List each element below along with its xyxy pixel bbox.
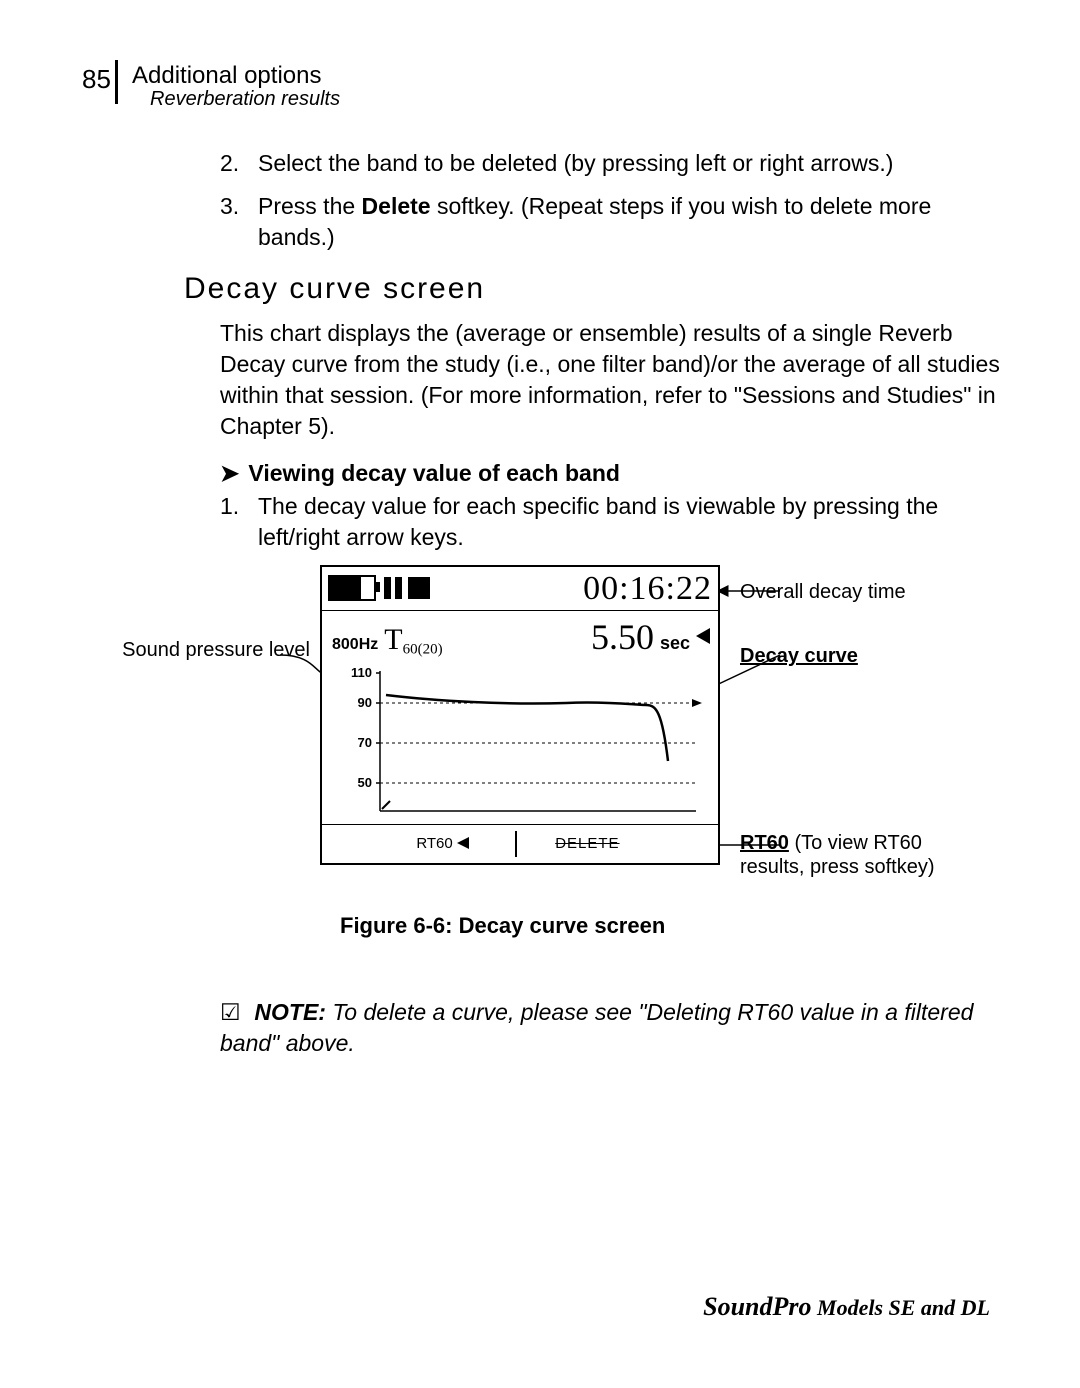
stop-icon <box>408 577 430 599</box>
step-3-text: Press the Delete softkey. (Repeat steps … <box>258 191 1000 253</box>
figure-6-6: Sound pressure level Overall decay time … <box>220 565 1000 905</box>
figure-caption: Figure 6-6: Decay curve screen <box>340 911 1000 941</box>
lcd-band-label: 800Hz <box>332 634 378 656</box>
note-text: To delete a curve, please see "Deleting … <box>220 999 973 1056</box>
note-label: NOTE: <box>254 999 326 1025</box>
checkbox-icon: ☑ <box>220 997 248 1028</box>
annotation-overall-decay: Overall decay time <box>740 579 906 606</box>
header-title: Additional options <box>132 62 321 90</box>
arrow-left-icon <box>457 837 469 849</box>
decay-curve-paragraph: This chart displays the (average or ense… <box>220 318 1000 442</box>
step-2-text: Select the band to be deleted (by pressi… <box>258 148 1000 179</box>
triangle-left-icon <box>696 628 710 644</box>
arrow-icon: ➤ <box>220 458 242 489</box>
ytick-70: 70 <box>358 735 372 750</box>
lcd-band-row: 800Hz T60(20) 5.50 sec <box>322 611 718 659</box>
softkey-rt60-label: RT60 <box>416 835 452 852</box>
ytick-50: 50 <box>358 775 372 790</box>
procedure-heading-text: Viewing decay value of each band <box>248 460 620 486</box>
lcd-plot: 110 90 70 50 <box>342 661 710 821</box>
footer-brand: SoundPro <box>703 1292 811 1321</box>
header-divider <box>115 60 118 104</box>
procedure-1-text: The decay value for each specific band i… <box>258 491 1000 553</box>
lcd-status-bar: 00:16:22 <box>322 567 718 611</box>
lcd-t-sub: 60(20) <box>403 642 443 658</box>
pause-icon <box>384 577 402 599</box>
step-2-number: 2. <box>220 148 258 179</box>
lcd-t60-label: T60(20) <box>384 620 442 661</box>
lcd-elapsed-time: 00:16:22 <box>583 566 712 612</box>
annotation-spl: Sound pressure level <box>80 637 310 664</box>
procedure-step-1: 1. The decay value for each specific ban… <box>220 491 1000 553</box>
lcd-softkey-bar: RT60 DELETE <box>322 824 718 863</box>
note-block: ☑ NOTE: To delete a curve, please see "D… <box>220 997 1000 1059</box>
section-heading-decay-curve: Decay curve screen <box>184 269 1000 310</box>
lcd-t-big: T <box>384 623 402 656</box>
lcd-sec-label: sec <box>660 631 690 655</box>
footer-models: Models SE and DL <box>812 1295 990 1320</box>
lcd-decay-value: 5.50 <box>591 613 654 662</box>
step-3-a: Press the <box>258 193 362 219</box>
ytick-110: 110 <box>351 665 372 680</box>
softkey-rt60[interactable]: RT60 <box>322 834 515 854</box>
softkey-delete[interactable]: DELETE <box>517 834 718 854</box>
page-number: 85 <box>82 64 111 95</box>
annotation-decay-curve: Decay curve <box>740 645 858 667</box>
header-subtitle: Reverberation results <box>150 88 340 111</box>
page-footer: SoundPro Models SE and DL <box>0 1292 990 1322</box>
step-3-number: 3. <box>220 191 258 253</box>
battery-icon <box>328 575 376 601</box>
ytick-90: 90 <box>358 695 372 710</box>
step-2: 2. Select the band to be deleted (by pre… <box>220 148 1000 179</box>
procedure-1-number: 1. <box>220 491 258 553</box>
step-3: 3. Press the Delete softkey. (Repeat ste… <box>220 191 1000 253</box>
annotation-rt60-label: RT60 <box>740 832 789 854</box>
step-3-bold: Delete <box>362 193 431 219</box>
procedure-heading: ➤ Viewing decay value of each band <box>220 458 1000 489</box>
lcd-screenshot: 00:16:22 800Hz T60(20) 5.50 sec <box>320 565 720 865</box>
